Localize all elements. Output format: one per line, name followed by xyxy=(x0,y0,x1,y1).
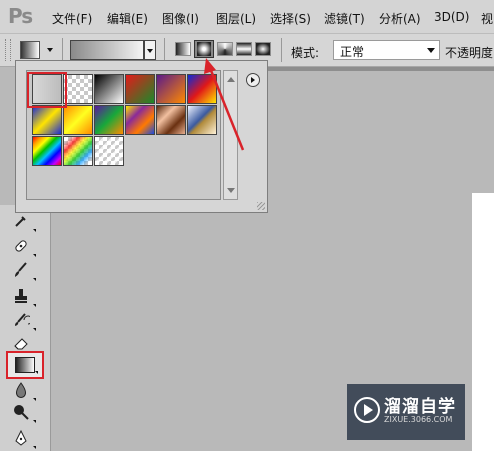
tool-blur[interactable] xyxy=(10,379,36,401)
mode-select[interactable]: 正常 xyxy=(333,40,440,60)
menu-analysis[interactable]: 分析(A) xyxy=(379,10,421,27)
gradient-tool-icon xyxy=(15,357,35,373)
history-brush-icon xyxy=(15,313,30,326)
gradient-preset-copper[interactable] xyxy=(156,105,186,135)
app-logo: Ps xyxy=(8,4,33,28)
gradient-preset-transparent-stripes[interactable] xyxy=(94,136,124,166)
play-logo-icon xyxy=(354,397,380,423)
menu-3d[interactable]: 3D(D) xyxy=(434,10,469,24)
mode-label: 模式: xyxy=(291,46,320,60)
gradient-preset-orange-yellow-orange[interactable] xyxy=(63,105,93,135)
bandage-icon xyxy=(15,240,27,252)
gradient-tool-preset-icon xyxy=(20,41,40,59)
divider xyxy=(62,38,63,62)
scroll-down-icon[interactable] xyxy=(227,188,235,193)
menu-image[interactable]: 图像(I) xyxy=(162,10,199,27)
gradient-preview-field[interactable] xyxy=(70,40,144,60)
tool-healing-brush[interactable] xyxy=(10,235,36,257)
tool-history-brush[interactable] xyxy=(10,309,36,331)
gradient-preset-yellow-violet-orange-blue[interactable] xyxy=(125,105,155,135)
opacity-label: 不透明度: xyxy=(445,46,494,60)
watermark-brand: 溜溜自学 xyxy=(384,397,456,417)
chevron-down-icon xyxy=(147,49,153,53)
angle-gradient-button[interactable] xyxy=(217,42,233,56)
dodge-icon xyxy=(14,405,29,420)
grip-handle[interactable] xyxy=(5,39,11,61)
radial-gradient-button[interactable] xyxy=(194,40,214,58)
menu-filter[interactable]: 滤镜(T) xyxy=(324,10,365,27)
stamp-icon xyxy=(15,289,27,303)
gradient-preset-spectrum[interactable] xyxy=(32,136,62,166)
tool-pen[interactable] xyxy=(10,427,36,449)
gradient-preset-black-white[interactable] xyxy=(94,74,124,104)
reflected-gradient-button[interactable] xyxy=(236,42,252,56)
panel-edge xyxy=(268,67,494,71)
linear-gradient-button[interactable] xyxy=(175,42,191,56)
chevron-down-icon xyxy=(47,48,53,52)
watermark-url: ZIXUE.3066.COM xyxy=(384,415,453,424)
menu-bar: Ps 文件(F) 编辑(E) 图像(I) 图层(L) 选择(S) 滤镜(T) 分… xyxy=(0,0,494,34)
watermark: 溜溜自学 ZIXUE.3066.COM xyxy=(347,384,465,440)
tool-dodge[interactable] xyxy=(10,401,36,423)
eraser-icon xyxy=(14,338,28,350)
gradient-preset-red-green[interactable] xyxy=(125,74,155,104)
menu-edit[interactable]: 编辑(E) xyxy=(107,10,148,27)
menu-select[interactable]: 选择(S) xyxy=(270,10,311,27)
mode-select-value: 正常 xyxy=(340,45,365,59)
annotation-arrow xyxy=(204,58,245,151)
gradient-preset-transparent-rainbow[interactable] xyxy=(63,136,93,166)
tools-panel xyxy=(0,205,51,451)
document-canvas[interactable] xyxy=(472,193,494,451)
menu-view[interactable]: 视 xyxy=(481,10,493,27)
eyedropper-icon xyxy=(15,216,26,227)
gradient-preset-foreground-to-transparent[interactable] xyxy=(63,74,93,104)
gradient-preset-violet-green-orange[interactable] xyxy=(94,105,124,135)
tool-clone-stamp[interactable] xyxy=(10,285,36,307)
menu-layer[interactable]: 图层(L) xyxy=(216,10,256,27)
brush-icon xyxy=(15,262,27,277)
divider xyxy=(281,38,282,62)
water-drop-icon xyxy=(16,382,26,398)
resize-grip[interactable] xyxy=(257,202,265,210)
gradient-preset-violet-orange[interactable] xyxy=(156,74,186,104)
tool-gradient-selected[interactable] xyxy=(6,351,44,379)
tool-color-sampler[interactable] xyxy=(10,210,36,232)
menu-file[interactable]: 文件(F) xyxy=(52,10,92,27)
gradient-preset-blue-yellow-blue[interactable] xyxy=(32,105,62,135)
tool-brush[interactable] xyxy=(10,259,36,281)
radial-gradient-icon xyxy=(197,42,211,56)
chevron-down-icon xyxy=(427,48,435,53)
divider xyxy=(164,38,165,62)
selected-preset-highlight xyxy=(27,72,67,108)
pen-icon xyxy=(15,429,27,446)
tool-preset-picker[interactable] xyxy=(20,41,56,59)
diamond-gradient-button[interactable] xyxy=(255,42,271,56)
gradient-picker-dropdown-button[interactable] xyxy=(144,40,156,60)
play-arrow-icon xyxy=(251,77,255,83)
